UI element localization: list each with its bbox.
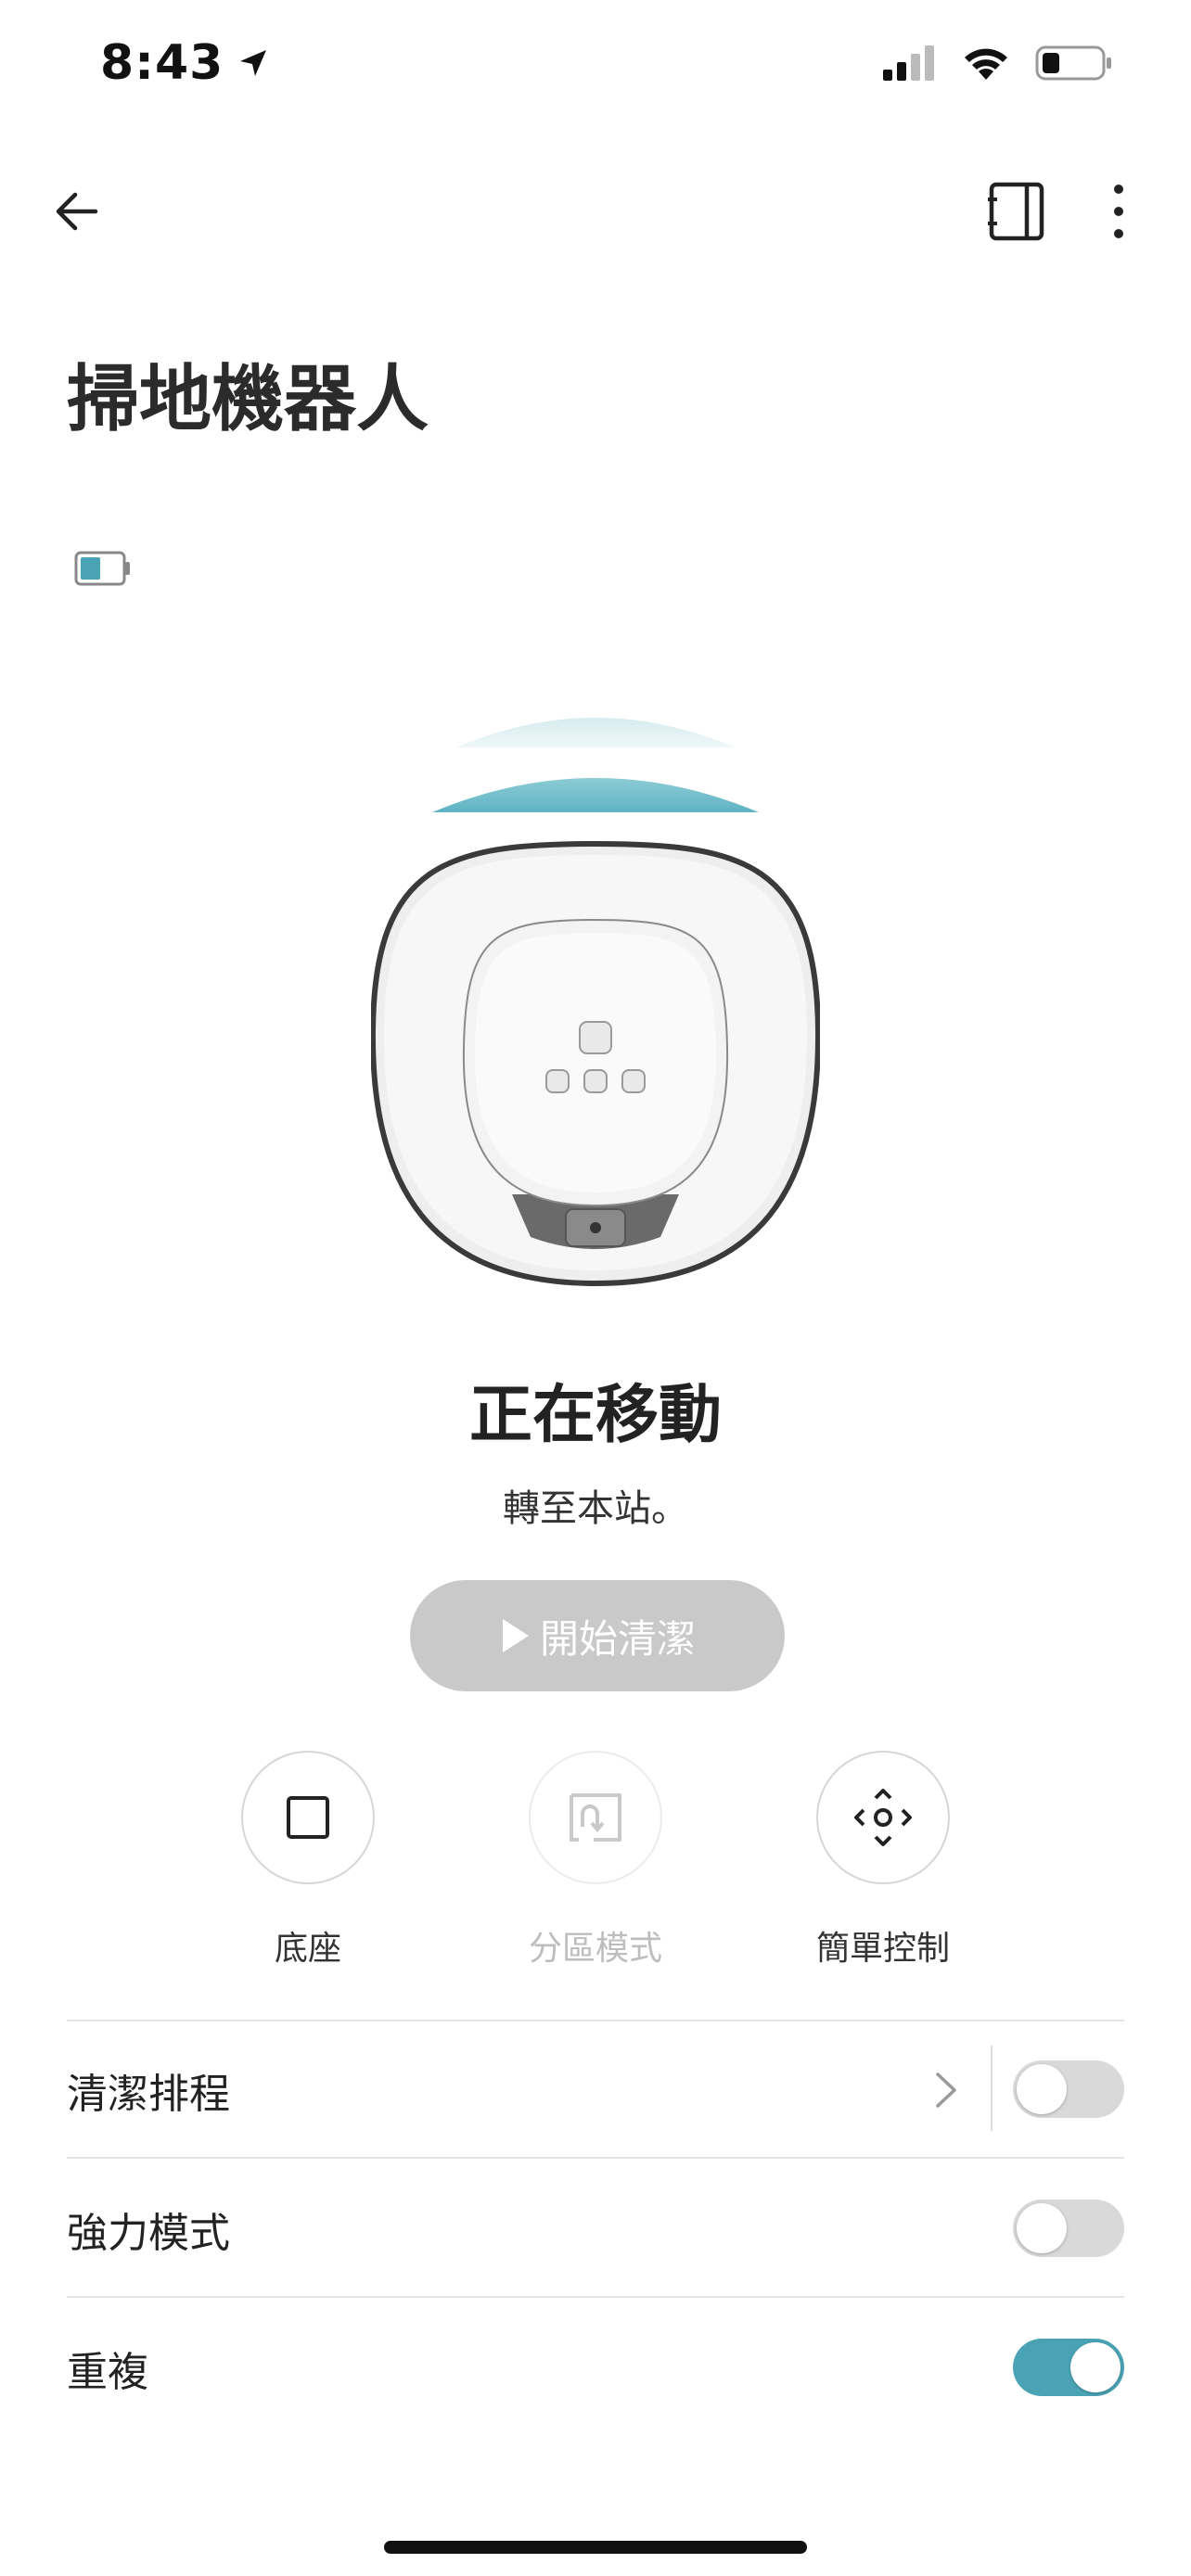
- home-indicator: [384, 2541, 807, 2554]
- cellular-signal-icon: [883, 45, 934, 81]
- setting-repeat-label: 重複: [67, 2349, 148, 2396]
- setting-schedule-label: 清潔排程: [67, 2071, 230, 2118]
- more-options-button[interactable]: [1100, 176, 1137, 247]
- status-subtitle: 轉至本站。: [503, 1487, 688, 1530]
- status-title: 正在移動: [468, 1379, 722, 1452]
- status-icons: [883, 45, 1113, 82]
- divider: [67, 2296, 1124, 2298]
- vertical-separator: [991, 2046, 992, 2131]
- schedule-toggle[interactable]: [1013, 2060, 1124, 2118]
- simple-control-button[interactable]: [816, 1751, 950, 1884]
- divider: [67, 2157, 1124, 2159]
- dock-button[interactable]: [241, 1751, 375, 1884]
- battery-icon: [74, 551, 130, 586]
- toggle-knob: [1017, 2203, 1067, 2253]
- toggle-knob: [1070, 2342, 1121, 2392]
- toggle-knob: [1017, 2064, 1067, 2114]
- power-mode-toggle[interactable]: [1013, 2200, 1124, 2257]
- location-arrow-icon: [240, 50, 267, 76]
- device-battery-indicator: [74, 551, 132, 590]
- start-cleaning-label: 開始清潔: [539, 1615, 696, 1662]
- notebook-icon: [988, 182, 1044, 241]
- page-title: 掃地機器人: [67, 358, 429, 441]
- battery-status-icon: [1035, 45, 1111, 81]
- signal-arc-inner: [432, 778, 759, 812]
- zone-mode-label: 分區模式: [528, 1930, 662, 1968]
- zone-mode-icon: [570, 1793, 621, 1842]
- schedule-detail-button[interactable]: [918, 2062, 974, 2118]
- mode-simple-control[interactable]: 簡單控制: [790, 1751, 976, 1970]
- back-button[interactable]: [46, 182, 106, 241]
- direction-pad-icon: [854, 1789, 912, 1846]
- status-time: 8:43: [100, 35, 270, 91]
- divider: [67, 2020, 1124, 2021]
- robot-illustration: [369, 705, 822, 1289]
- simple-control-label: 簡單控制: [815, 1930, 950, 1968]
- status-time-text: 8:43: [100, 35, 224, 91]
- more-vertical-icon: [1114, 185, 1123, 238]
- play-icon: [502, 1619, 529, 1652]
- wifi-icon: [965, 48, 1007, 80]
- mode-dock[interactable]: 底座: [215, 1751, 401, 1970]
- zone-mode-button: [529, 1751, 662, 1884]
- square-stop-icon: [287, 1796, 329, 1839]
- repeat-toggle[interactable]: [1013, 2339, 1124, 2396]
- device-manual-button[interactable]: [981, 176, 1052, 247]
- chevron-right-icon: [936, 2072, 956, 2108]
- signal-arc-outer: [456, 718, 735, 747]
- mode-zone: 分區模式: [503, 1751, 688, 1970]
- dock-label: 底座: [274, 1930, 341, 1968]
- start-cleaning-button[interactable]: 開始清潔: [410, 1580, 785, 1691]
- arrow-left-icon: [56, 192, 98, 231]
- setting-power-mode-label: 強力模式: [67, 2210, 230, 2257]
